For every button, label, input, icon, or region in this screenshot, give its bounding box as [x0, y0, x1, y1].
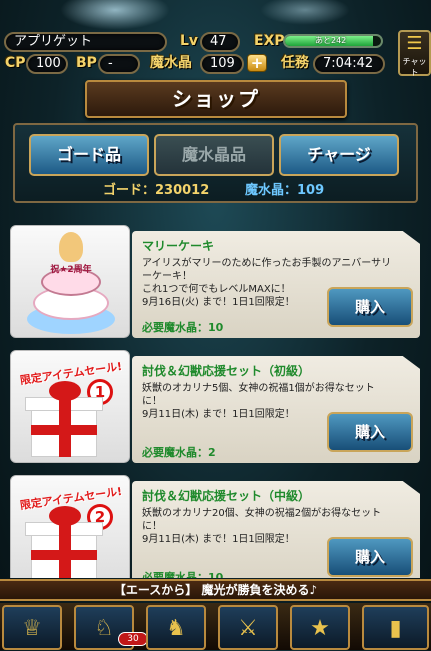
desc-line: 妖獣のオカリナ20個、女神の祝福2個がお得なセットに！	[142, 508, 382, 532]
item-name: マリーケーキ	[142, 239, 215, 253]
nav-chest-icon[interactable]: ★	[290, 605, 350, 650]
exp-text: あと242	[315, 36, 347, 45]
add-crystal-button[interactable]: +	[247, 54, 267, 72]
crystal-label: 魔水晶	[150, 55, 192, 71]
doll-figure	[59, 232, 83, 262]
cp-label: CP	[5, 55, 26, 71]
item-price: 必要魔水晶：10	[142, 321, 224, 334]
buy-button[interactable]: 購入	[327, 537, 413, 577]
desc-line: アイリスがマリーのために作ったお手製のアニバーサリーケーキ！	[142, 258, 392, 282]
tab-charge[interactable]: チャージ	[279, 134, 399, 176]
buy-button[interactable]: 購入	[327, 287, 413, 327]
item-price: 必要魔水晶：10	[142, 571, 224, 578]
list-item: 限定アイテムセール! 2 討伐＆幻獣応援セット（中級） 妖獣のオカリナ20個、女…	[10, 475, 420, 578]
mission-label: 任務	[281, 55, 309, 71]
item-card: 討伐＆幻獣応援セット（初級） 妖獣のオカリナ5個、女神の祝福1個がお得なセットに…	[132, 356, 420, 463]
player-name: アプリゲット	[4, 32, 167, 52]
tab-crystal-items[interactable]: 魔水晶品	[154, 134, 274, 176]
status-header: アプリゲット Lv 47 EXP あと242 CP 100 BP - 魔水晶 1…	[0, 0, 431, 80]
level-label: Lv	[180, 33, 199, 49]
gift-thumbnail: 限定アイテムセール! 1	[10, 350, 130, 463]
chat-label: チャット	[402, 57, 427, 77]
bp-label: BP	[76, 55, 97, 71]
gold-amount: ゴード：230012	[103, 183, 210, 198]
exp-bar: あと242	[283, 34, 383, 48]
nav-knight-icon[interactable]: ♞	[146, 605, 206, 650]
list-item: 祝★2周年 マリーケーキ アイリスがマリーのために作ったお手製のアニバーサリーケ…	[10, 225, 420, 338]
nav-swords-icon[interactable]: ⚔	[218, 605, 278, 650]
chat-button[interactable]: ☰ チャット	[398, 30, 431, 77]
item-card: マリーケーキ アイリスがマリーのために作ったお手製のアニバーサリーケーキ！ これ…	[132, 231, 420, 338]
gift-thumbnail: 限定アイテムセール! 2	[10, 475, 130, 578]
item-price: 必要魔水晶：2	[142, 446, 216, 459]
bp-value: -	[98, 54, 140, 74]
cake-banner-text: 祝★2周年	[50, 265, 92, 275]
tab-gold-items[interactable]: ゴード品	[29, 134, 149, 176]
cp-value: 100	[26, 54, 68, 74]
crystal-value: 109	[200, 54, 244, 74]
news-ticker: 【エースから】 魔光が勝負を決める♪	[0, 579, 431, 601]
level-value: 47	[200, 32, 240, 52]
chat-icon: ☰	[406, 33, 423, 54]
item-name: 討伐＆幻獣応援セット（初級）	[142, 364, 311, 378]
nav-crown-icon[interactable]: ♕	[2, 605, 62, 650]
desc-line: 妖獣のオカリナ5個、女神の祝福1個がお得なセットに！	[142, 383, 375, 407]
item-card: 討伐＆幻獣応援セット（中級） 妖獣のオカリナ20個、女神の祝福2個がお得なセット…	[132, 481, 420, 578]
item-list[interactable]: 祝★2周年 マリーケーキ アイリスがマリーのために作ったお手製のアニバーサリーケ…	[0, 205, 431, 578]
buy-button[interactable]: 購入	[327, 412, 413, 452]
nav-card-icon[interactable]: ▮	[362, 605, 429, 650]
item-name: 討伐＆幻獣応援セット（中級）	[142, 489, 311, 503]
nav-notification-badge: 30	[118, 632, 148, 646]
shop-title-plate: ショップ	[85, 80, 347, 118]
exp-label: EXP	[254, 33, 285, 49]
list-item: 限定アイテムセール! 1 討伐＆幻獣応援セット（初級） 妖獣のオカリナ5個、女神…	[10, 350, 420, 463]
mission-timer: 7:04:42	[313, 54, 385, 74]
page-title: ショップ	[172, 87, 260, 111]
cake-thumbnail: 祝★2周年	[10, 225, 130, 338]
crystal-amount: 魔水晶：109	[245, 183, 325, 198]
